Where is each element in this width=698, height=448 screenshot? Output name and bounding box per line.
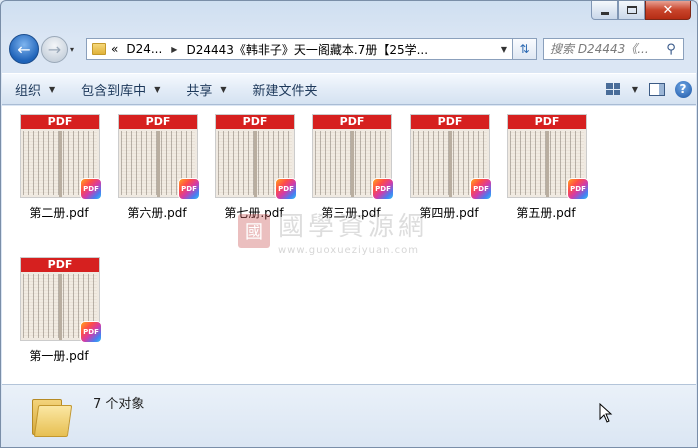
file-name: 第四册.pdf xyxy=(419,206,479,220)
back-arrow-icon: ← xyxy=(17,39,31,59)
view-controls: ▼ ? xyxy=(600,77,696,101)
pdf-app-icon: PDF xyxy=(80,178,102,200)
navigation-bar: ← → ▾ « D24... ▶ D24443《韩非子》天一阁藏本.7册【25学… xyxy=(9,34,689,64)
pdf-app-icon: PDF xyxy=(567,178,589,200)
file-name: 第二册.pdf xyxy=(29,206,89,220)
minimize-icon xyxy=(600,11,609,15)
explorer-window: ✕ ← → ▾ « D24... ▶ D24443《韩非子》天一阁藏本.7册【2… xyxy=(0,0,698,448)
view-grid-icon xyxy=(606,83,620,95)
file-name: 第三册.pdf xyxy=(321,206,381,220)
pdf-app-icon: PDF xyxy=(80,321,102,343)
file-name: 第一册.pdf xyxy=(29,349,89,363)
close-button[interactable]: ✕ xyxy=(645,1,691,20)
watermark-url: www.guoxueziyuan.com xyxy=(278,245,419,256)
maximize-button[interactable] xyxy=(618,1,645,20)
file-item[interactable]: PDF PDF 第三册.pdf xyxy=(302,106,400,224)
pdf-app-icon: PDF xyxy=(470,178,492,200)
address-bar[interactable]: « D24... ▶ D24443《韩非子》天一阁藏本.7册【25学... ▼ xyxy=(86,38,513,60)
chevron-down-icon: ▼ xyxy=(631,84,639,94)
chevron-down-icon: ▼ xyxy=(49,84,56,94)
help-button[interactable]: ? xyxy=(670,77,696,101)
chevron-down-icon: ▼ xyxy=(220,84,227,94)
minimize-button[interactable] xyxy=(591,1,618,20)
item-count: 7 个对象 xyxy=(93,397,145,412)
include-library-menu[interactable]: 包含到库中 ▼ xyxy=(68,77,173,101)
maximize-icon xyxy=(626,6,637,14)
breadcrumb-current[interactable]: D24443《韩非子》天一阁藏本.7册【25学... xyxy=(186,41,428,58)
share-label: 共享 xyxy=(186,83,213,99)
folder-icon xyxy=(92,43,106,55)
organize-label: 组织 xyxy=(15,83,42,99)
help-icon: ? xyxy=(674,80,692,98)
breadcrumb-overflow[interactable]: « xyxy=(111,42,118,56)
folder-icon xyxy=(30,393,73,437)
details-pane: 7 个对象 xyxy=(2,384,696,446)
share-menu[interactable]: 共享 ▼ xyxy=(173,77,239,101)
file-name: 第七册.pdf xyxy=(224,206,284,220)
address-dropdown-icon[interactable]: ▼ xyxy=(496,45,512,54)
preview-pane-button[interactable] xyxy=(644,77,670,101)
forward-arrow-icon: → xyxy=(47,39,62,59)
file-item[interactable]: PDF PDF 第七册.pdf xyxy=(205,106,303,224)
organize-menu[interactable]: 组织 ▼ xyxy=(2,77,68,101)
file-item[interactable]: PDF PDF 第四册.pdf xyxy=(400,106,498,224)
search-icon[interactable]: ⚲ xyxy=(662,42,680,57)
file-list: PDF PDF 第二册.pdf PDF PDF 第六册.pdf PDF PDF … xyxy=(2,106,696,384)
file-item[interactable]: PDF PDF 第五册.pdf xyxy=(497,106,595,224)
file-name: 第五册.pdf xyxy=(516,206,576,220)
search-input[interactable] xyxy=(544,42,662,56)
pdf-app-icon: PDF xyxy=(178,178,200,200)
breadcrumb-chevron-icon[interactable]: ▶ xyxy=(171,45,177,54)
recent-pages-dropdown[interactable]: ▾ xyxy=(70,45,82,54)
chevron-down-icon: ▼ xyxy=(154,84,161,94)
file-item[interactable]: PDF PDF 第一册.pdf xyxy=(10,249,108,367)
command-bar: 组织 ▼ 包含到库中 ▼ 共享 ▼ 新建文件夹 ▼ ? xyxy=(2,73,696,105)
refresh-icon: ⇅ xyxy=(519,42,530,56)
file-item[interactable]: PDF PDF 第二册.pdf xyxy=(10,106,108,224)
include-library-label: 包含到库中 xyxy=(81,83,147,99)
new-folder-button[interactable]: 新建文件夹 xyxy=(240,77,331,101)
back-button[interactable]: ← xyxy=(9,34,39,64)
view-options-dropdown[interactable]: ▼ xyxy=(626,77,644,101)
pdf-app-icon: PDF xyxy=(372,178,394,200)
forward-button[interactable]: → xyxy=(41,35,68,63)
change-view-button[interactable] xyxy=(600,77,626,101)
new-folder-label: 新建文件夹 xyxy=(252,83,318,99)
breadcrumb-item[interactable]: D24... xyxy=(126,42,162,56)
file-item[interactable]: PDF PDF 第六册.pdf xyxy=(108,106,206,224)
pdf-app-icon: PDF xyxy=(275,178,297,200)
file-name: 第六册.pdf xyxy=(127,206,187,220)
refresh-button[interactable]: ⇅ xyxy=(513,38,537,60)
search-box[interactable]: ⚲ xyxy=(543,38,684,60)
caption-buttons: ✕ xyxy=(591,1,691,20)
preview-pane-icon xyxy=(649,82,665,96)
